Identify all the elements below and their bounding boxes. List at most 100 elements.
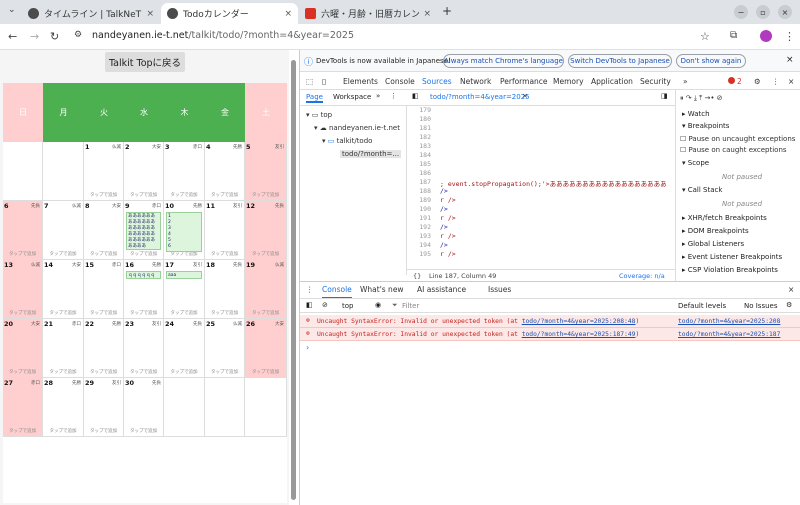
close-tab-icon[interactable]: × (423, 9, 431, 19)
console-tab-issues[interactable]: Issues (488, 285, 511, 294)
tap-to-add[interactable]: タップで追加 (3, 251, 42, 257)
open-file-tab[interactable]: todo/?month=4&year=2025 (430, 93, 530, 101)
calendar-day-cell[interactable]: 24 先負 タップで追加 (164, 319, 205, 378)
calendar-day-cell[interactable]: 9 赤口 タップで追加 あああああああああああああああああああああああああああああああ… (124, 201, 164, 260)
minimize-button[interactable]: − (734, 5, 748, 19)
line-number[interactable]: 195 (411, 250, 431, 258)
calendar-day-cell[interactable]: 2 大安 タップで追加 (124, 142, 164, 201)
calendar-day-cell[interactable]: 28 先勝 タップで追加 (43, 378, 84, 437)
section-xhr[interactable]: ▸ XHR/fetch Breakpoints (682, 214, 767, 222)
restore-button[interactable]: ▫ (756, 5, 770, 19)
tap-to-add[interactable]: タップで追加 (84, 369, 123, 375)
todo-item[interactable]: aaa (166, 271, 202, 279)
tab-memory[interactable]: Memory (553, 77, 584, 86)
line-number[interactable]: 187 (411, 178, 431, 186)
pause-icon[interactable]: ⏸ ↷ ⤓ ⤒ →• ⊘ (680, 94, 723, 103)
todo-item[interactable]: 1 2 3 4 5 6 (166, 212, 202, 252)
error-source-link[interactable]: todo/?month=4&year=2025:208 (678, 318, 780, 325)
console-tab-ai[interactable]: AI assistance (417, 285, 466, 294)
calendar-day-cell[interactable]: 23 友引 タップで追加 (124, 319, 164, 378)
section-scope[interactable]: ▾ Scope (682, 159, 709, 167)
sidebar-toggle-icon[interactable]: ◧ (306, 301, 313, 309)
tab-security[interactable]: Security (640, 77, 671, 86)
error-count[interactable]: 2 (737, 77, 742, 86)
tap-to-add[interactable]: タップで追加 (164, 192, 204, 198)
tap-to-add[interactable]: タップで追加 (205, 369, 244, 375)
todo-item[interactable]: ｑｑｑｑｑｑ (126, 271, 161, 279)
line-number[interactable]: 194 (411, 241, 431, 249)
line-number[interactable]: 186 (411, 169, 431, 177)
console-prompt[interactable]: › (306, 343, 309, 352)
line-number[interactable]: 182 (411, 133, 431, 141)
sidebar-menu-icon[interactable]: ⋮ (390, 92, 397, 100)
more-source-tabs-icon[interactable]: » (376, 92, 380, 100)
todo-item[interactable]: ああああああああああああああああああああああああああああああああああ (126, 212, 161, 250)
tap-to-add[interactable]: タップで追加 (43, 428, 83, 434)
section-watch[interactable]: ▸ Watch (682, 110, 710, 118)
tap-to-add[interactable]: タップで追加 (124, 428, 163, 434)
clear-console-icon[interactable]: ⊘ (322, 301, 328, 309)
calendar-day-cell[interactable]: 17 友引 タップで追加 aaa (164, 260, 205, 319)
close-notice-icon[interactable]: × (786, 55, 794, 65)
error-source-link[interactable]: todo/?month=4&year=2025:187 (678, 331, 780, 338)
bookmark-star-icon[interactable]: ☆ (700, 30, 710, 43)
calendar-day-cell[interactable]: 20 大安 タップで追加 (3, 319, 43, 378)
coverage-status[interactable]: Coverage: n/a (619, 272, 665, 280)
line-number[interactable]: 184 (411, 151, 431, 159)
calendar-day-cell[interactable]: 13 仏滅 タップで追加 (3, 260, 43, 319)
tap-to-add[interactable]: タップで追加 (43, 251, 83, 257)
tap-to-add[interactable]: タップで追加 (84, 428, 123, 434)
tree-file[interactable]: todo/?month=... (340, 150, 402, 158)
toggle-debugger-icon[interactable]: ◨ (661, 92, 668, 100)
line-number[interactable]: 185 (411, 160, 431, 168)
calendar-day-cell[interactable]: 16 先勝 タップで追加 ｑｑｑｑｑｑ (124, 260, 164, 319)
tap-to-add[interactable]: タップで追加 (3, 428, 42, 434)
section-global[interactable]: ▸ Global Listeners (682, 240, 744, 248)
tab-sources[interactable]: Sources (422, 77, 452, 86)
tap-to-add[interactable]: タップで追加 (43, 369, 83, 375)
tree-host[interactable]: ▾ ☁ nandeyanen.ie-t.net (314, 124, 400, 132)
site-info-icon[interactable]: ⚙ (74, 30, 82, 40)
section-breakpoints[interactable]: ▾ Breakpoints (682, 122, 729, 130)
calendar-day-cell[interactable]: 29 友引 タップで追加 (84, 378, 124, 437)
profile-avatar[interactable] (760, 30, 772, 42)
tap-to-add[interactable]: タップで追加 (84, 310, 123, 316)
toggle-navigator-icon[interactable]: ◧ (412, 92, 419, 100)
reload-icon[interactable]: ↻ (50, 30, 59, 43)
section-dom[interactable]: ▸ DOM Breakpoints (682, 227, 749, 235)
calendar-day-cell[interactable]: 14 大安 タップで追加 (43, 260, 84, 319)
more-tabs-icon[interactable]: » (683, 77, 688, 86)
extensions-icon[interactable]: ⧉ (730, 30, 737, 41)
close-tab-icon[interactable]: × (146, 9, 154, 19)
filter-input[interactable]: Filter (402, 302, 419, 310)
calendar-day-cell[interactable]: 4 先勝 タップで追加 (205, 142, 245, 201)
live-expression-eye-icon[interactable]: ◉ (375, 301, 381, 309)
tap-to-add[interactable]: タップで追加 (84, 192, 123, 198)
calendar-day-cell[interactable]: 5 友引 タップで追加 (245, 142, 287, 201)
pause-uncaught-checkbox[interactable]: ☐ Pause on uncaught exceptions (680, 135, 795, 143)
section-call-stack[interactable]: ▾ Call Stack (682, 186, 722, 194)
tree-top[interactable]: ▾ ▭ top (306, 111, 332, 119)
tap-to-add[interactable]: タップで追加 (84, 251, 123, 257)
line-number[interactable]: 181 (411, 124, 431, 132)
close-drawer-icon[interactable]: × (788, 285, 794, 294)
tap-to-add[interactable]: タップで追加 (124, 192, 163, 198)
tap-to-add[interactable]: タップで追加 (245, 310, 286, 316)
tab-elements[interactable]: Elements (343, 77, 378, 86)
calendar-day-cell[interactable]: 21 赤口 タップで追加 (43, 319, 84, 378)
console-tab-console[interactable]: Console (322, 285, 352, 299)
format-icon[interactable]: {} (413, 272, 421, 280)
pause-caught-checkbox[interactable]: ☐ Pause on caught exceptions (680, 146, 787, 154)
tab-todo-calendar[interactable]: Todoカレンダー × (161, 3, 298, 24)
calendar-day-cell[interactable]: 19 仏滅 タップで追加 (245, 260, 287, 319)
tab-timeline[interactable]: タイムライン | TalkNeT × (22, 3, 160, 24)
close-file-icon[interactable]: × (522, 92, 528, 100)
page-scrollbar[interactable] (291, 60, 296, 500)
line-number[interactable]: 192 (411, 223, 431, 231)
tab-rokuyo[interactable]: 六曜・月齢・旧暦カレン × (299, 3, 437, 24)
calendar-day-cell[interactable]: 7 仏滅 タップで追加 (43, 201, 84, 260)
tap-to-add[interactable]: タップで追加 (205, 192, 244, 198)
tap-to-add[interactable]: タップで追加 (124, 310, 163, 316)
tap-to-add[interactable]: タップで追加 (43, 310, 83, 316)
calendar-day-cell[interactable]: 15 赤口 タップで追加 (84, 260, 124, 319)
